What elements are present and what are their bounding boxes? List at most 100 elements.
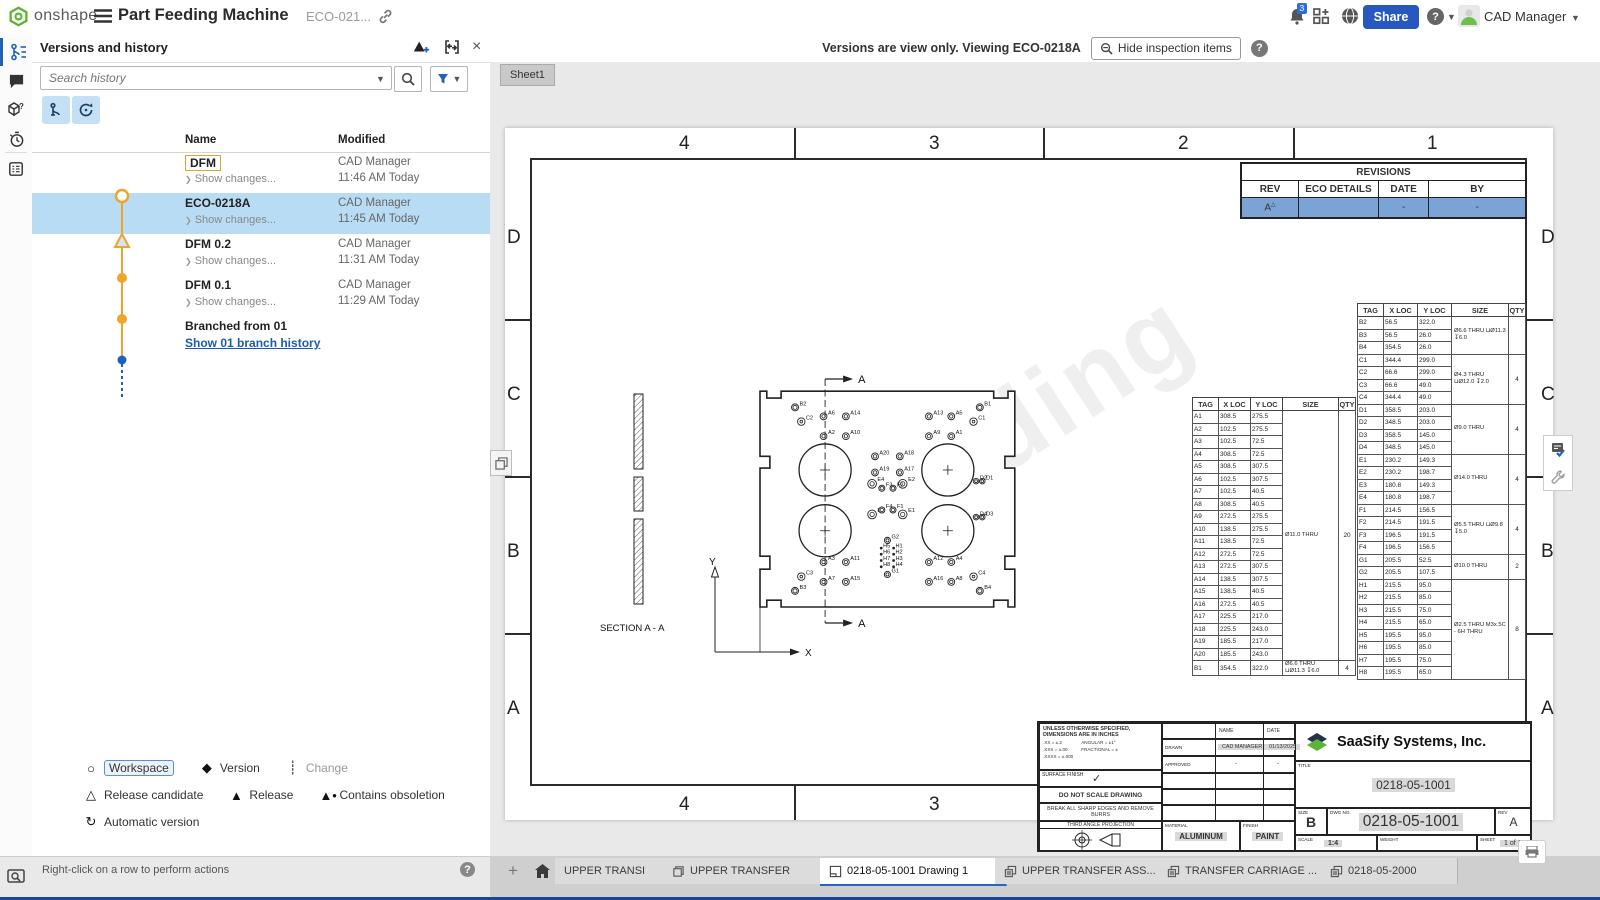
document-tab[interactable]: 0218-05-2000 — [1321, 858, 1458, 884]
create-version-icon[interactable] — [412, 39, 430, 55]
user-menu-chevron-icon[interactable]: ▼ — [1571, 13, 1580, 23]
hide-inspection-items-button[interactable]: Hide inspection items — [1091, 37, 1241, 60]
onshape-logo-text: onshape — [34, 7, 98, 25]
status-text: Right-click on a row to perform actions — [42, 864, 229, 876]
svg-text:H8: H8 — [883, 562, 890, 568]
svg-text:A7: A7 — [828, 576, 835, 582]
parts-help-icon[interactable]: ? — [0, 96, 32, 124]
list-header: Name Modified — [32, 132, 490, 153]
show-changes-link[interactable]: ❯Show changes... — [185, 255, 276, 267]
show-changes-link[interactable]: ❯Show changes... — [185, 173, 276, 185]
home-tab-icon[interactable] — [530, 860, 554, 882]
svg-text:SECTION A - A: SECTION A - A — [600, 623, 665, 634]
svg-text:H4: H4 — [896, 562, 903, 568]
svg-text:A20: A20 — [879, 450, 889, 456]
history-timer-icon[interactable] — [0, 125, 32, 153]
version-row[interactable]: DFM 0.1❯Show changes...CAD Manager11:29 … — [32, 275, 490, 316]
version-legend: ○Workspace◆Version┊Change△Release candid… — [84, 760, 484, 841]
version-name: DFM 0.2 — [185, 237, 231, 251]
search-input[interactable] — [40, 66, 392, 90]
svg-text:A12: A12 — [933, 556, 943, 562]
svg-text:Y: Y — [709, 557, 716, 568]
drawing-sheet: 4 43 32 21 1D DC CB BA A Pending REVISIO… — [505, 128, 1553, 820]
drawing-canvas: Sheet1 4 43 32 21 1D DC CB BA A Pending … — [490, 62, 1600, 856]
legend-item: ▲•Contains obsoletion — [319, 788, 444, 803]
hole-table-row: B256.5322.0Ø6.6 THRU ⊔Ø11.3 ↧6.0 — [1358, 317, 1526, 330]
hole-table-row: F1214.5156.5Ø5.5 THRU ⊔Ø9.8 ↧5.04 — [1358, 504, 1526, 517]
revision-row: A△ -- — [1241, 198, 1526, 219]
versions-panel-icon[interactable] — [0, 38, 35, 66]
strip-bottom — [0, 856, 32, 898]
svg-text:A1: A1 — [956, 430, 963, 436]
svg-text:B4: B4 — [984, 585, 991, 591]
hole-table-row: A1308.5275.5Ø11.0 THRU20 — [1193, 411, 1356, 424]
banner-help-icon[interactable]: ? — [1251, 40, 1268, 57]
version-row[interactable]: DFM❯Show changes...CAD Manager11:46 AM T… — [32, 152, 490, 193]
search-button[interactable] — [394, 66, 422, 92]
app-store-icon[interactable] — [1313, 8, 1330, 25]
show-changes-link[interactable]: ❯Show changes... — [185, 296, 276, 308]
close-icon[interactable]: × — [472, 38, 481, 56]
version-name: ECO-0218A — [185, 196, 250, 210]
avatar[interactable] — [1458, 5, 1480, 27]
link-icon[interactable] — [378, 9, 393, 24]
hole-table-row: C1344.4299.0Ø4.3 THRU ⊔Ø12.0 ↧2.04 — [1358, 354, 1526, 367]
part-view: A1A2A3A4A5A6A7A8A9A10A11A12A13A14A15A16A… — [590, 361, 1070, 676]
column-name: Name — [185, 134, 216, 146]
version-row[interactable]: ECO-0218A❯Show changes...CAD Manager11:4… — [32, 193, 490, 234]
svg-text:C3: C3 — [806, 570, 813, 576]
onshape-logo-icon[interactable] — [8, 6, 29, 27]
svg-text:F2: F2 — [897, 482, 904, 488]
modified-by: CAD Manager — [338, 279, 411, 291]
sheet-tab[interactable]: Sheet1 — [500, 64, 555, 86]
svg-text:C4: C4 — [978, 570, 985, 576]
hole-table-right: TAGX LOCY LOCSIZEQTYB256.5322.0Ø6.6 THRU… — [1357, 303, 1526, 680]
show-branches-toggle[interactable] — [42, 96, 70, 124]
modified-by: CAD Manager — [338, 197, 411, 209]
document-tab[interactable]: UPPER TRANSFER — [663, 858, 834, 884]
svg-text:A10: A10 — [850, 430, 860, 436]
svg-text:B1: B1 — [984, 401, 991, 407]
panel-edge-handle[interactable] — [490, 450, 512, 476]
version-name: Branched from 01 — [185, 319, 287, 333]
tab-label: UPPER TRANSFER ASS... — [1022, 865, 1156, 877]
inspection-tool-button[interactable] — [1544, 436, 1572, 463]
version-row[interactable]: Branched from 01 Show 01 branch history — [32, 316, 490, 357]
document-tab[interactable]: UPPER TRANSFER ASS... — [995, 858, 1172, 884]
auto-version-toggle[interactable] — [72, 96, 100, 124]
version-name: DFM — [185, 155, 221, 171]
globe-icon[interactable] — [1341, 7, 1359, 25]
search-dropdown-chevron-icon[interactable]: ▼ — [376, 74, 385, 84]
hole-table-row: B1354.5322.0Ø6.6 THRU ⊔Ø11.3 ↧6.04 — [1193, 661, 1356, 676]
show-changes-link[interactable]: ❯Show changes... — [185, 214, 276, 226]
svg-text:A16: A16 — [933, 576, 943, 582]
hole-table-row: E1230.2149.3Ø14.0 THRU4 — [1358, 454, 1526, 467]
help-menu[interactable]: ? ▼ — [1427, 8, 1456, 25]
notifications-bell-icon[interactable]: 3 — [1288, 7, 1306, 25]
svg-text:A3: A3 — [828, 556, 835, 562]
document-tab[interactable]: TRANSFER CARRIAGE ... — [1158, 858, 1335, 884]
legend-item: ◆Version — [200, 760, 260, 776]
print-icon[interactable] — [1518, 840, 1546, 864]
company-logo — [1304, 729, 1330, 755]
share-button[interactable]: Share — [1363, 5, 1419, 29]
revisions-table: REVISIONS REVECO DETAILSDATEBY A△ -- — [1240, 162, 1527, 219]
tools-wrench-button[interactable] — [1544, 463, 1572, 490]
modified-time: 11:31 AM Today — [338, 254, 419, 266]
svg-text:X: X — [805, 648, 812, 659]
hamburger-menu-icon[interactable] — [94, 8, 112, 24]
release-form-icon[interactable] — [0, 155, 32, 183]
sidebar-divider — [5, 152, 27, 153]
branch-history-link[interactable]: Show 01 branch history — [185, 336, 320, 350]
legend-item: ▲Release — [229, 788, 293, 803]
compare-icon[interactable] — [444, 39, 460, 55]
svg-text:E2: E2 — [908, 477, 915, 483]
add-tab-icon[interactable]: + — [508, 861, 518, 881]
document-tab[interactable]: 0218-05-1001 Drawing 1 — [820, 858, 1007, 886]
svg-text:B2: B2 — [800, 401, 807, 407]
comments-icon[interactable] — [0, 67, 32, 95]
version-row[interactable]: DFM 0.2❯Show changes...CAD Manager11:31 … — [32, 234, 490, 275]
screenshot-tool-icon[interactable] — [0, 863, 32, 891]
filter-button[interactable]: ▼ — [430, 66, 468, 92]
status-help-icon[interactable]: ? — [460, 862, 475, 877]
